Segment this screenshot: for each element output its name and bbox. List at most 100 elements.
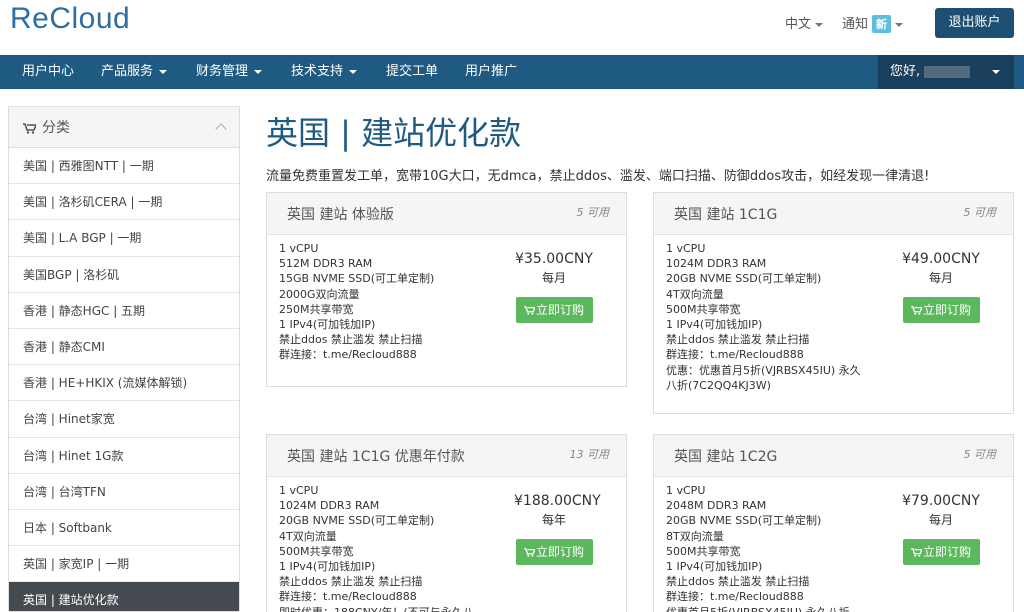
product-feature: 群连接：t.me/Recloud888	[279, 590, 417, 604]
product-feature: 禁止ddos 禁止滥发 禁止扫描	[279, 333, 423, 347]
order-now-button[interactable]: 立即订购	[515, 539, 593, 565]
order-now-label: 立即订购	[922, 545, 971, 559]
order-now-label: 立即订购	[922, 303, 971, 317]
nav-label: 产品服务	[101, 64, 154, 79]
product-availability: 5 可用	[576, 206, 610, 219]
new-badge: 新	[872, 15, 892, 33]
language-dropdown[interactable]: 中文	[785, 13, 824, 32]
product-name: 英国 建站 体验版	[287, 207, 394, 223]
chevron-down-icon	[992, 70, 1000, 74]
main-nav: 用户中心 产品服务 财务管理 技术支持 提交工单 用户推广 您好,	[0, 55, 1024, 89]
nav-label: 财务管理	[196, 64, 249, 79]
product-feature: 禁止ddos 禁止滥发 禁止扫描	[666, 333, 810, 347]
redacted-username	[924, 65, 971, 78]
sidebar-item[interactable]: 香港 | HE+HKIX (流媒体解锁)	[9, 365, 239, 402]
logout-button[interactable]: 退出账户	[935, 8, 1014, 38]
product-name: 英国 建站 1C1G 优惠年付款	[287, 449, 465, 465]
product-price: ¥188.00CNY	[514, 493, 601, 509]
billing-cycle: 每月	[928, 271, 953, 285]
sidebar-header[interactable]: 分类	[9, 106, 239, 148]
chevron-down-icon	[815, 22, 824, 27]
chevron-down-icon	[254, 69, 263, 74]
nav-support[interactable]: 技术支持	[291, 55, 358, 89]
cart-icon	[524, 306, 535, 315]
nav-user-center[interactable]: 用户中心	[22, 55, 74, 89]
chevron-down-icon	[349, 69, 358, 74]
sidebar-item[interactable]: 台湾 | Hinet 1G款	[9, 438, 239, 474]
nav-label: 用户中心	[22, 64, 75, 79]
sidebar-item[interactable]: 美国BGP | 洛杉矶	[9, 257, 239, 293]
nav-billing[interactable]: 财务管理	[196, 55, 263, 89]
sidebar-item[interactable]: 台湾 | 台湾TFN	[9, 474, 239, 510]
product-feature: 即时优惠：188CNY/年！(不可与永久八	[279, 605, 614, 612]
product-card: 英国 建站 体验版 5 可用 1 vCPU 512M DDR3 RAM 15GB NVM…	[266, 192, 627, 387]
billing-cycle: 每月	[541, 271, 566, 285]
sidebar-item[interactable]: 英国 | 家宽IP | 一期	[9, 546, 239, 583]
logo[interactable]: ReCloud	[10, 2, 130, 36]
product-feature: 八折(7C2QQ4KJ3W)	[666, 378, 771, 392]
sidebar-item[interactable]: 香港 | 静态CMI	[9, 329, 239, 366]
nav-submit-ticket[interactable]: 提交工单	[386, 55, 438, 89]
billing-cycle: 每月	[928, 513, 953, 527]
product-card-header: 英国 建站 1C1G 5 可用	[654, 193, 1013, 235]
price-box: ¥79.00CNY 每月立即订购	[901, 493, 981, 565]
category-sidebar: 分类 美国 | 西雅图NTT | 一期 美国 | 洛杉矶CERA | 一期 美国 |…	[8, 106, 240, 612]
order-now-button[interactable]: 立即订购	[902, 539, 980, 565]
top-header: ReCloud 中文 通知新 退出账户	[0, 0, 1024, 55]
product-card-header: 英国 建站 1C2G 5 可用	[654, 435, 1013, 477]
product-name: 英国 建站 1C2G	[674, 449, 778, 465]
product-price: ¥35.00CNY	[515, 251, 593, 267]
product-card-body: 1 vCPU 1024M DDR3 RAM 20GB NVME SSD(可工单定制)…	[654, 235, 1013, 399]
sidebar-item[interactable]: 美国 | L.A BGP | 一期	[9, 220, 239, 257]
sidebar-list: 美国 | 西雅图NTT | 一期 美国 | 洛杉矶CERA | 一期 美国 | L.…	[9, 148, 239, 611]
price-box: ¥49.00CNY 每月立即订购	[901, 251, 981, 323]
nav-label: 技术支持	[291, 64, 344, 79]
sidebar-item[interactable]: 美国 | 洛杉矶CERA | 一期	[9, 184, 239, 221]
nav-products[interactable]: 产品服务	[101, 55, 168, 89]
nav-affiliates[interactable]: 用户推广	[465, 55, 517, 89]
price-box: ¥35.00CNY 每月立即订购	[514, 251, 594, 323]
notifications-label: 通知	[842, 17, 869, 32]
product-feature: 群连接：t.me/Recloud888	[666, 348, 804, 362]
product-price: ¥79.00CNY	[902, 493, 980, 509]
product-price: ¥49.00CNY	[902, 251, 980, 267]
product-availability: 5 可用	[963, 206, 997, 219]
order-now-label: 立即订购	[535, 545, 584, 559]
cart-icon	[524, 548, 535, 557]
order-now-label: 立即订购	[535, 303, 584, 317]
chevron-up-icon[interactable]	[215, 123, 227, 135]
cart-icon	[911, 548, 922, 557]
product-feature: 优惠首月5折(VJRBSX45IU) 永久八折	[666, 605, 1001, 612]
product-card: 英国 建站 1C1G 优惠年付款 13 可用 1 vCPU 1024M DDR3 RA…	[266, 434, 627, 612]
sidebar-item[interactable]: 日本 | Softbank	[9, 510, 239, 547]
user-menu[interactable]: 您好,	[878, 55, 1014, 89]
product-card-body: 1 vCPU 1024M DDR3 RAM 20GB NVME SSD(可工单定制)…	[267, 477, 626, 612]
product-availability: 13 可用	[569, 448, 610, 461]
notifications-dropdown[interactable]: 通知新	[842, 13, 904, 33]
nav-label: 提交工单	[386, 64, 439, 79]
product-card-body: 1 vCPU 512M DDR3 RAM 15GB NVME SSD(可工单定制) 2…	[267, 235, 626, 369]
chevron-down-icon	[895, 22, 904, 27]
sidebar-item[interactable]: 台湾 | Hinet家宽	[9, 401, 239, 438]
user-greeting: 您好,	[890, 64, 921, 79]
product-feature: 群连接：t.me/Recloud888	[666, 590, 804, 604]
product-feature: 优惠：优惠首月5折(VJRBSX45IU) 永久	[666, 363, 861, 377]
price-box: ¥188.00CNY 每年 立即订购	[514, 493, 601, 565]
nav-label: 用户推广	[465, 64, 518, 79]
page-description: 流量免费重置发工单，宽带10G大口，无dmca，禁止ddos、滥发、端口扫描、防…	[266, 169, 930, 184]
product-card-body: 1 vCPU 2048M DDR3 RAM 20GB NVME SSD(可工单定制)…	[654, 477, 1013, 612]
order-now-button[interactable]: 立即订购	[902, 297, 980, 323]
sidebar-item[interactable]: 美国 | 西雅图NTT | 一期	[9, 148, 239, 185]
product-feature: 禁止ddos 禁止滥发 禁止扫描	[666, 575, 810, 589]
chevron-down-icon	[159, 69, 168, 74]
order-now-button[interactable]: 立即订购	[515, 297, 593, 323]
page-title: 英国 | 建站优化款	[266, 114, 522, 152]
product-feature: 群连接：t.me/Recloud888	[279, 348, 417, 362]
product-card: 英国 建站 1C1G 5 可用 1 vCPU 1024M DDR3 RAM 20GB N…	[653, 192, 1014, 414]
sidebar-item[interactable]: 英国 | 建站优化款	[9, 582, 239, 611]
sidebar-item[interactable]: 香港 | 静态HGC | 五期	[9, 293, 239, 329]
product-card: 英国 建站 1C2G 5 可用 1 vCPU 2048M DDR3 RAM 20GB N…	[653, 434, 1014, 612]
product-card-header: 英国 建站 1C1G 优惠年付款 13 可用	[267, 435, 626, 477]
product-card-header: 英国 建站 体验版 5 可用	[267, 193, 626, 235]
product-name: 英国 建站 1C1G	[674, 207, 778, 223]
